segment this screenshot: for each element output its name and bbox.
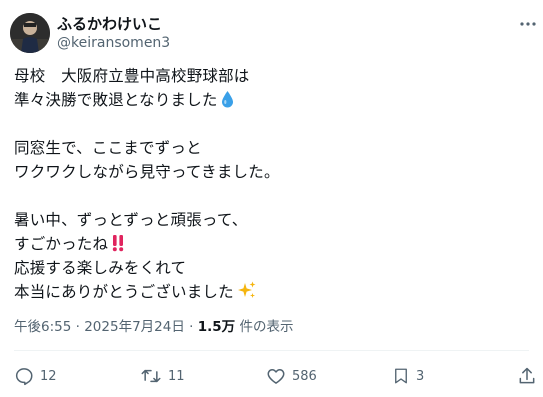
- divider: [14, 350, 529, 351]
- tweet-line: 本当にありがとうございました: [14, 283, 234, 301]
- tweet-text: 母校 大阪府立豊中高校野球部は 準々決勝で敗退となりました 同窓生で、ここまでず…: [14, 64, 529, 304]
- more-options-button[interactable]: [518, 14, 538, 34]
- tweet-card: ふるかわけいこ @keiransomen3 母校 大阪府立豊中高校野球部は 準々…: [0, 0, 543, 397]
- tweet-line: 応援する楽しみをくれて: [14, 259, 187, 277]
- bookmark-icon: [395, 368, 407, 384]
- like-count: 586: [292, 368, 317, 384]
- share-button[interactable]: [517, 362, 537, 390]
- retweet-icon: [141, 369, 161, 383]
- views-label: 件の表示: [239, 319, 294, 335]
- tweet-line: 準々決勝で敗退となりました: [14, 91, 218, 109]
- tweet-line: 同窓生で、ここまでずっと: [14, 139, 202, 157]
- more-dots-icon: [520, 22, 536, 26]
- user-handle[interactable]: @keiransomen3: [57, 34, 170, 52]
- droplet-icon: [221, 90, 234, 115]
- reply-button[interactable]: 12: [14, 362, 57, 390]
- bookmark-count: 3: [416, 368, 425, 384]
- avatar[interactable]: [10, 13, 50, 53]
- tweet-time[interactable]: 午後6:55: [14, 319, 71, 335]
- views-count: 1.5万: [197, 319, 236, 335]
- like-button[interactable]: 586: [266, 362, 317, 390]
- tweet-line-with-emoji: 準々決勝で敗退となりました: [14, 88, 529, 112]
- meta-separator: ·: [75, 319, 80, 335]
- tweet-date[interactable]: 2025年7月24日: [84, 319, 185, 335]
- tweet-line: 母校 大阪府立豊中高校野球部は: [14, 67, 250, 85]
- tweet-line-with-emoji: すごかったね: [14, 232, 529, 256]
- retweet-button[interactable]: 11: [140, 362, 185, 390]
- sparkles-icon: [237, 281, 257, 307]
- tweet-line: すごかったね: [14, 235, 109, 253]
- reply-count: 12: [40, 368, 57, 384]
- tweet-line-with-emoji: 本当にありがとうございました: [14, 280, 529, 304]
- tweet-line: ワクワクしながら見守ってきました。: [14, 163, 280, 181]
- meta-separator: ·: [189, 319, 194, 335]
- display-name[interactable]: ふるかわけいこ: [57, 14, 162, 34]
- avatar-image: [10, 13, 50, 53]
- action-bar: 12 11 586 3: [0, 362, 543, 390]
- bookmark-button[interactable]: 3: [392, 362, 424, 390]
- tweet-meta: 午後6:55 · 2025年7月24日 · 1.5万 件の表示: [14, 318, 293, 336]
- reply-icon: [15, 368, 33, 386]
- tweet-line: 暑い中、ずっとずっと頑張って、: [14, 211, 248, 229]
- retweet-count: 11: [168, 368, 185, 384]
- share-icon: [519, 367, 535, 384]
- heart-icon: [267, 369, 285, 384]
